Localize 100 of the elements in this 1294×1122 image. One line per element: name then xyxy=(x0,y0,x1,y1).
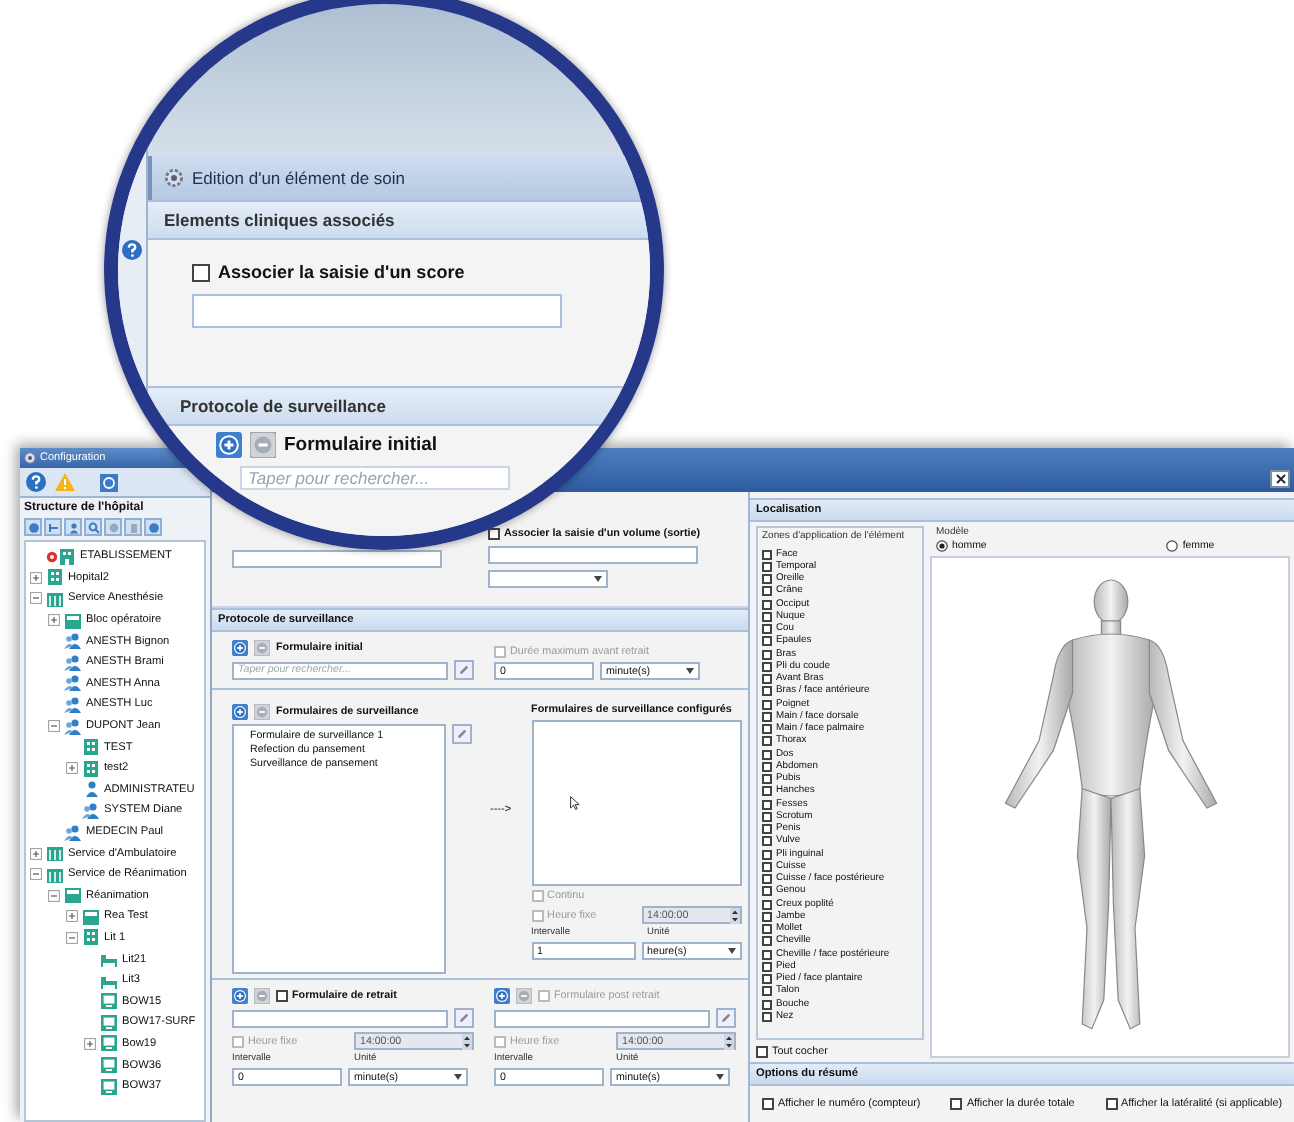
checkbox[interactable] xyxy=(756,1046,768,1058)
radio-button[interactable] xyxy=(1166,540,1179,552)
checkbox[interactable] xyxy=(762,874,772,885)
plus-icon[interactable] xyxy=(232,988,248,1004)
checkbox[interactable] xyxy=(762,974,772,985)
toolbar-button[interactable] xyxy=(24,518,42,536)
caret-icon xyxy=(454,1074,462,1080)
checkbox[interactable] xyxy=(1105,1098,1117,1110)
unit-icon xyxy=(64,886,82,905)
checkbox[interactable] xyxy=(762,686,772,697)
checkbox[interactable] xyxy=(762,1098,774,1110)
checkbox[interactable] xyxy=(762,924,772,935)
checkbox[interactable] xyxy=(762,911,772,922)
checkbox[interactable] xyxy=(762,636,772,647)
checkbox[interactable] xyxy=(762,786,772,797)
checkbox[interactable] xyxy=(762,674,772,685)
collapse-icon[interactable] xyxy=(48,720,60,733)
spinner-icon[interactable] xyxy=(462,1033,472,1049)
checkbox[interactable] xyxy=(762,1011,772,1022)
collapse-icon[interactable] xyxy=(30,592,42,605)
checkbox[interactable] xyxy=(276,990,288,1002)
score-field[interactable] xyxy=(232,550,442,568)
bed-icon xyxy=(100,950,118,969)
checkbox[interactable] xyxy=(762,749,772,760)
person-icon xyxy=(64,823,82,842)
volume-field[interactable] xyxy=(488,546,698,564)
checkbox[interactable] xyxy=(762,836,772,847)
toolbar-button[interactable] xyxy=(144,518,162,536)
plus-icon[interactable] xyxy=(232,640,248,656)
checkbox[interactable] xyxy=(192,263,210,281)
collapse-icon[interactable] xyxy=(66,931,78,944)
edit-button[interactable] xyxy=(454,660,474,680)
plus-icon[interactable] xyxy=(494,988,510,1004)
checkbox[interactable] xyxy=(762,761,772,772)
checkbox[interactable] xyxy=(762,649,772,660)
checkbox[interactable] xyxy=(762,986,772,997)
gear-icon xyxy=(164,168,184,188)
checkbox[interactable] xyxy=(762,561,772,572)
user-icon xyxy=(67,521,79,533)
pencil-icon xyxy=(720,1012,732,1024)
checkbox[interactable] xyxy=(762,936,772,947)
checkbox[interactable] xyxy=(762,661,772,672)
checkbox[interactable] xyxy=(762,811,772,822)
collapse-icon[interactable] xyxy=(30,868,42,881)
checkbox[interactable] xyxy=(488,528,500,540)
checkbox[interactable] xyxy=(762,736,772,747)
monitor-icon xyxy=(100,992,118,1011)
checkbox[interactable] xyxy=(762,711,772,722)
score-field[interactable] xyxy=(192,294,562,328)
checkbox[interactable] xyxy=(762,599,772,610)
building-icon xyxy=(46,568,64,587)
pencil-icon xyxy=(456,728,468,740)
toolbar-button[interactable] xyxy=(64,518,82,536)
checkbox[interactable] xyxy=(762,961,772,972)
close-button[interactable] xyxy=(1270,470,1290,488)
checkbox[interactable] xyxy=(762,549,772,560)
checkbox[interactable] xyxy=(762,586,772,597)
edit-button[interactable] xyxy=(452,724,472,744)
monitor-icon xyxy=(100,1077,118,1096)
spinner-icon[interactable] xyxy=(729,907,740,923)
pencil-icon xyxy=(458,664,470,676)
radio-button[interactable] xyxy=(936,540,948,552)
expand-icon[interactable] xyxy=(66,910,78,923)
form-field[interactable] xyxy=(232,1009,448,1027)
checkbox[interactable] xyxy=(762,799,772,810)
checkbox[interactable] xyxy=(762,774,772,785)
unit-icon xyxy=(64,611,82,630)
expand-icon[interactable] xyxy=(30,847,42,860)
expand-icon[interactable] xyxy=(84,1037,96,1050)
checkbox-label: Associer la saisie d'un score xyxy=(218,262,465,282)
checkbox[interactable] xyxy=(762,824,772,835)
checkbox[interactable] xyxy=(950,1098,963,1110)
checkbox[interactable] xyxy=(762,699,772,710)
checkbox[interactable] xyxy=(762,861,772,872)
checkbox[interactable] xyxy=(762,949,772,960)
checkbox[interactable] xyxy=(762,849,772,860)
collapse-icon[interactable] xyxy=(48,889,60,902)
expand-icon[interactable] xyxy=(48,614,60,627)
gear-icon xyxy=(24,452,36,464)
checkbox[interactable] xyxy=(762,886,772,897)
checkbox[interactable] xyxy=(762,611,772,622)
plus-icon[interactable] xyxy=(216,432,242,458)
checkbox[interactable] xyxy=(762,999,772,1010)
checkbox[interactable] xyxy=(762,899,772,910)
unit-icon xyxy=(82,907,100,926)
form-field[interactable] xyxy=(494,1009,710,1027)
plus-icon[interactable] xyxy=(232,704,248,720)
root-icon xyxy=(46,547,76,566)
spinner-icon[interactable] xyxy=(724,1033,734,1049)
toolbar-button[interactable] xyxy=(44,518,62,536)
expand-icon[interactable] xyxy=(30,571,42,584)
toolbar-button[interactable] xyxy=(84,518,102,536)
search-icon xyxy=(87,521,99,533)
checkbox[interactable] xyxy=(762,574,772,585)
checkbox[interactable] xyxy=(762,624,772,635)
expand-icon[interactable] xyxy=(66,762,78,775)
help-icon[interactable] xyxy=(122,240,142,260)
checkbox[interactable] xyxy=(762,724,772,735)
help-icon[interactable] xyxy=(26,472,46,492)
caret-icon xyxy=(686,668,694,674)
